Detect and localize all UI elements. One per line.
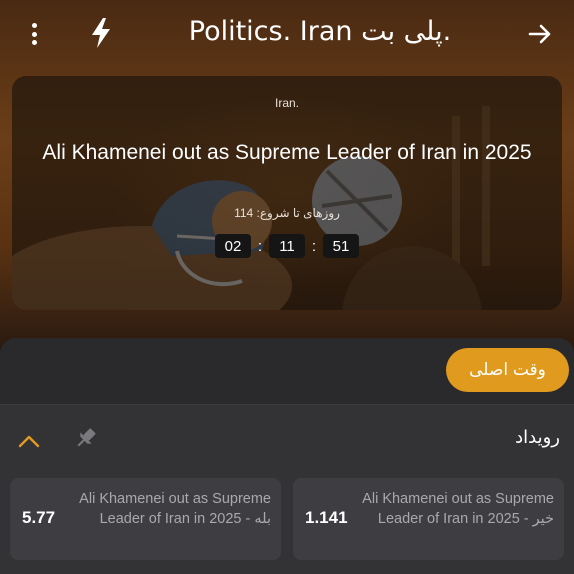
event-category: Iran.	[274, 96, 299, 110]
event-card: Iran. Ali Khamenei out as Supreme Leader…	[12, 76, 562, 310]
pin-icon[interactable]	[72, 424, 100, 452]
odds-value: 1.141	[305, 508, 348, 527]
more-vertical-icon[interactable]	[24, 20, 44, 48]
countdown-minutes: 11	[269, 234, 305, 258]
outcome-name: Ali Khamenei out as Supreme Leader of Ir…	[79, 491, 271, 527]
countdown-separator: :	[311, 237, 317, 255]
countdown-label: روزهای تا شروع: 114	[234, 206, 340, 220]
outcome-name: Ali Khamenei out as Supreme Leader of Ir…	[362, 491, 554, 527]
odds-value: 5.77	[22, 508, 56, 527]
page-title: Politics. Iran پلی بت.	[188, 16, 452, 47]
sports-equipment-illustration	[12, 106, 490, 310]
countdown-timer: 02 : 11 : 51	[12, 234, 562, 258]
app-header: Politics. Iran پلی بت.	[0, 0, 574, 66]
countdown-seconds: 51	[323, 234, 359, 258]
arrow-right-icon[interactable]	[526, 20, 554, 48]
countdown-separator: :	[257, 237, 263, 255]
market-title: رویداد	[515, 427, 560, 447]
tab-main-time[interactable]: وقت اصلی	[446, 348, 569, 392]
odds-button-no[interactable]: 1.141 Ali Khamenei out as Supreme Leader…	[293, 478, 564, 560]
countdown-hours: 02	[215, 234, 251, 258]
lightning-icon[interactable]	[86, 16, 116, 50]
odds-button-yes[interactable]: 5.77 Ali Khamenei out as Supreme Leader …	[10, 478, 281, 560]
event-title: Ali Khamenei out as Supreme Leader of Ir…	[42, 141, 532, 164]
chevron-up-icon[interactable]	[16, 428, 42, 454]
